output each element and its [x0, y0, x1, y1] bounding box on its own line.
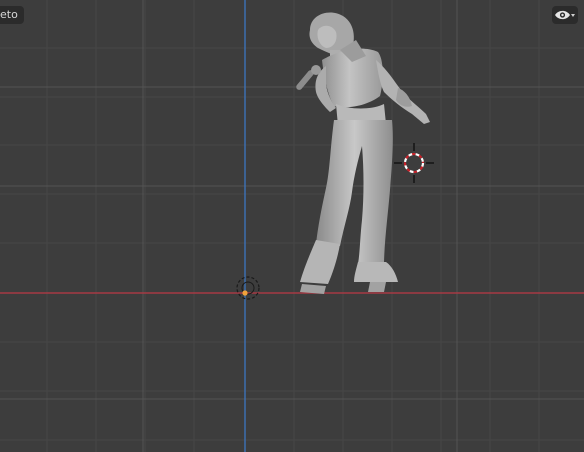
visibility-toggle-button[interactable]	[552, 6, 578, 24]
object-name-text: eto	[0, 8, 18, 21]
3d-viewport[interactable]: eto	[0, 0, 584, 452]
object-origin-icon[interactable]	[0, 0, 584, 452]
chevron-down-icon	[571, 14, 575, 17]
eye-icon	[555, 10, 570, 20]
object-name-label[interactable]: eto	[0, 6, 24, 24]
